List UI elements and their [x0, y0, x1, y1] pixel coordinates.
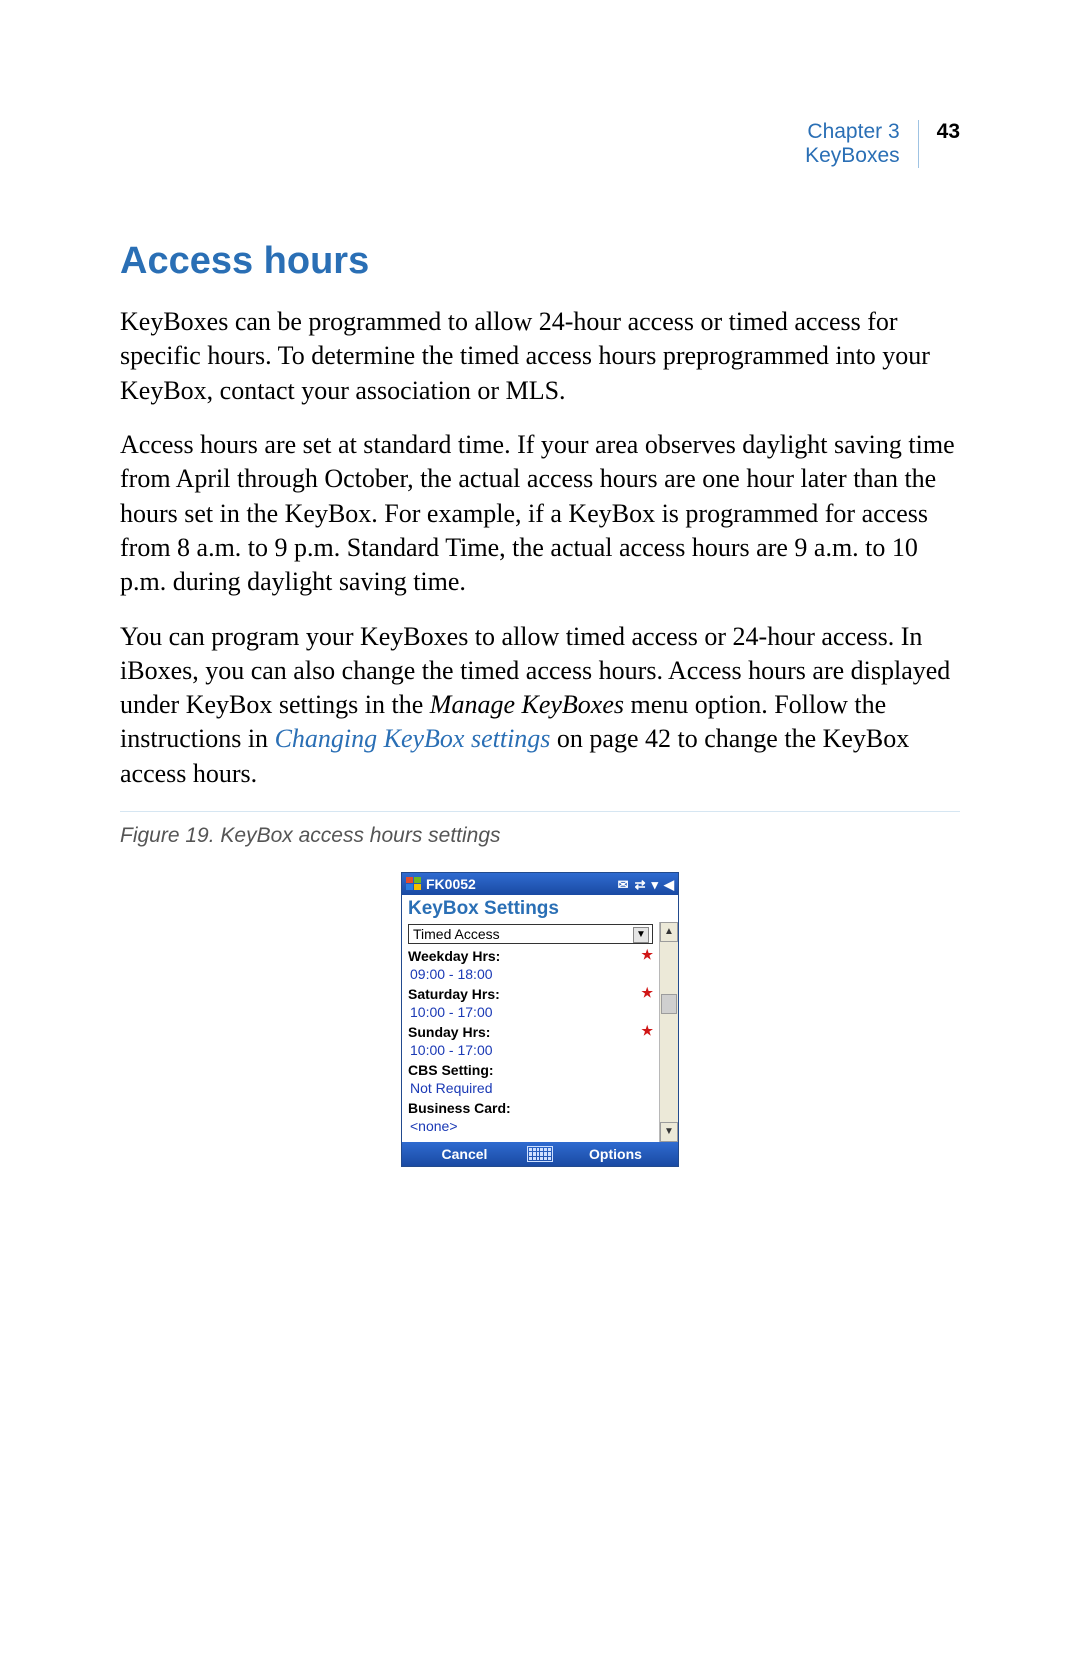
system-tray: ✉ ⇄ ▾ ◀: [618, 878, 674, 891]
device-screen-heading: KeyBox Settings: [402, 895, 678, 922]
required-star-icon: ★: [641, 1024, 653, 1037]
scroll-down-button[interactable]: ▼: [660, 1122, 678, 1142]
cbs-setting-value[interactable]: Not Required: [410, 1080, 653, 1096]
scroll-track[interactable]: [660, 942, 678, 1122]
dropdown-caret-icon: ▼: [633, 927, 649, 943]
sunday-hrs-label: Sunday Hrs: ★: [408, 1024, 653, 1040]
device-title-text: FK0052: [426, 876, 476, 892]
running-header: Chapter 3 KeyBoxes 43: [805, 120, 960, 168]
device-titlebar: FK0052 ✉ ⇄ ▾ ◀: [402, 873, 678, 895]
section-heading: Access hours: [120, 240, 960, 283]
device-settings-list: Timed Access ▼ Weekday Hrs: ★ 09:00 - 18…: [402, 922, 659, 1142]
saturday-hrs-value[interactable]: 10:00 - 17:00: [410, 1004, 653, 1020]
connection-icon: ⇄: [635, 878, 646, 891]
header-divider: [918, 120, 919, 168]
saturday-hrs-label: Saturday Hrs: ★: [408, 986, 653, 1002]
chapter-line2: KeyBoxes: [805, 144, 900, 168]
figure-caption: Figure 19. KeyBox access hours settings: [120, 824, 960, 848]
windows-logo-icon: [406, 877, 422, 891]
cbs-setting-label: CBS Setting:: [408, 1062, 653, 1078]
sunday-hrs-value[interactable]: 10:00 - 17:00: [410, 1042, 653, 1058]
options-softkey[interactable]: Options: [553, 1146, 678, 1162]
keybox-settings-device: FK0052 ✉ ⇄ ▾ ◀ KeyBox Settings Timed Acc…: [401, 872, 679, 1167]
business-card-label: Business Card:: [408, 1100, 653, 1116]
device-scrollbar[interactable]: ▲ ▼: [659, 922, 678, 1142]
signal-icon: ▾: [651, 878, 658, 891]
body-paragraph-2: Access hours are set at standard time. I…: [120, 428, 960, 600]
chapter-label: Chapter 3 KeyBoxes: [805, 120, 918, 168]
figure-rule: [120, 811, 960, 812]
access-mode-value: Timed Access: [413, 926, 500, 942]
cancel-softkey[interactable]: Cancel: [402, 1146, 527, 1162]
chat-icon: ✉: [618, 878, 629, 891]
speaker-icon: ◀: [664, 878, 674, 891]
required-star-icon: ★: [641, 948, 653, 961]
required-star-icon: ★: [641, 986, 653, 999]
chapter-line1: Chapter 3: [805, 120, 900, 144]
device-softkey-bar: Cancel Options: [402, 1142, 678, 1166]
keyboard-icon[interactable]: [527, 1146, 553, 1162]
manage-keyboxes-emphasis: Manage KeyBoxes: [430, 690, 624, 719]
changing-keybox-settings-link[interactable]: Changing KeyBox settings: [275, 724, 551, 753]
scroll-up-button[interactable]: ▲: [660, 922, 678, 942]
page-number: 43: [937, 120, 960, 144]
access-mode-select[interactable]: Timed Access ▼: [408, 924, 653, 944]
body-paragraph-1: KeyBoxes can be programmed to allow 24-h…: [120, 305, 960, 408]
business-card-value[interactable]: <none>: [410, 1118, 653, 1134]
scroll-thumb[interactable]: [661, 994, 677, 1014]
weekday-hrs-label: Weekday Hrs: ★: [408, 948, 653, 964]
body-paragraph-3: You can program your KeyBoxes to allow t…: [120, 620, 960, 792]
weekday-hrs-value[interactable]: 09:00 - 18:00: [410, 966, 653, 982]
